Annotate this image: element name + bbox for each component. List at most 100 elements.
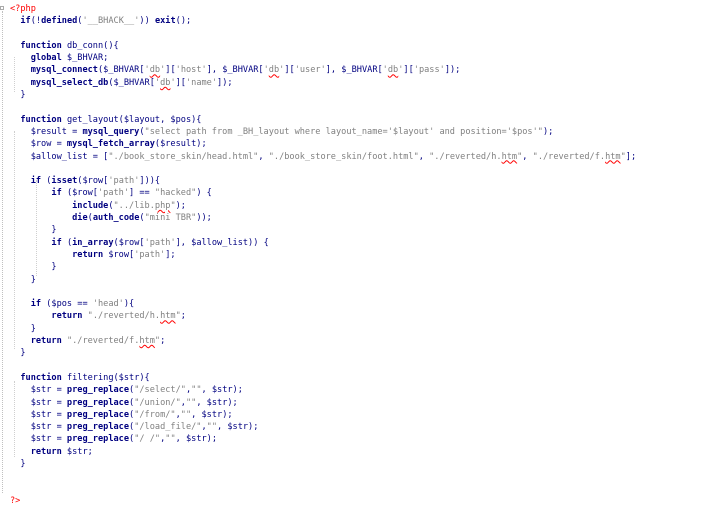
- code-token: ,: [258, 151, 269, 162]
- code-line: return "./reverted/h.htm";: [10, 310, 636, 322]
- string-token: "": [191, 385, 202, 396]
- code-token: return $str;: [30, 446, 93, 457]
- string-token: 'host': [175, 65, 207, 76]
- string-token: "hacked": [154, 188, 197, 199]
- code-token: ], $allow_list)) {: [175, 237, 269, 248]
- code-token: ;: [180, 311, 186, 322]
- string-token: 'path': [108, 176, 140, 187]
- string-token: "./reverted/h.: [429, 151, 502, 162]
- code-line: if ($row['path'] == "hacked") {: [10, 187, 636, 199]
- string-token: "./reverted/f.: [532, 151, 606, 162]
- string-token: "": [185, 397, 197, 408]
- code-token: $str = preg_replace(: [10, 385, 135, 396]
- code-token: ) {: [196, 188, 212, 199]
- code-line: return $row['path'];: [10, 249, 636, 261]
- code-token: $str = preg_replace(: [10, 422, 135, 433]
- fold-marker[interactable]: [0, 6, 4, 10]
- string-token: "": [180, 409, 192, 420]
- code-token: $str = preg_replace(: [10, 397, 135, 408]
- code-token: ;: [160, 336, 166, 347]
- code-token: ,: [418, 151, 430, 162]
- code-token: $str = preg_replace(: [10, 409, 135, 420]
- string-token: db: [387, 65, 399, 76]
- code-line: include("../lib.php");: [10, 200, 636, 212]
- string-token: 'head': [92, 299, 124, 310]
- code-line: if (in_array($row['path'], $allow_list))…: [10, 237, 636, 249]
- code-token: function db_conn(){: [20, 40, 119, 51]
- code-line: }: [10, 323, 636, 335]
- code-token: , $str);: [196, 397, 238, 408]
- code-token: mysql_connect($_BHVAR[: [30, 65, 145, 76]
- code-line: global $_BHVAR;: [10, 52, 636, 64]
- code-token: die(auth_code(: [72, 213, 145, 224]
- code-token: }: [10, 274, 36, 285]
- string-token: "": [206, 422, 218, 433]
- code-editor[interactable]: <?php if(!defined('__BHACK__')) exit(); …: [0, 0, 720, 506]
- string-token: db: [160, 77, 171, 88]
- code-token: ];: [625, 151, 637, 162]
- code-line: }: [10, 347, 636, 359]
- string-token: 'path': [144, 237, 176, 248]
- code-token: ][: [284, 65, 295, 76]
- string-token: "./book_store_skin/foot.html": [268, 151, 419, 162]
- code-line: $str = preg_replace("/ /","", $str);: [10, 433, 636, 445]
- string-token: "select path from _BH_layout where layou…: [144, 126, 543, 137]
- code-token: return $row[: [72, 249, 135, 260]
- string-token: htm: [139, 336, 155, 347]
- string-token: "/from/": [134, 409, 176, 420]
- code-token: if ($pos ==: [30, 299, 93, 310]
- string-token: htm: [605, 151, 621, 162]
- code-line: }: [10, 224, 636, 236]
- string-token: db: [268, 65, 280, 76]
- string-token: "/ /": [134, 434, 161, 445]
- code-line: $str = preg_replace("/from/","", $str);: [10, 409, 636, 421]
- code-line: function get_layout($layout, $pos){: [10, 114, 636, 126]
- code-token: if (isset($row[: [30, 176, 109, 187]
- code-token: , $str);: [175, 434, 218, 445]
- code-token: }: [10, 262, 57, 273]
- code-line: die(auth_code("mini TBR"));: [10, 212, 636, 224]
- code-token: );: [175, 200, 186, 211]
- code-token: ];: [165, 249, 176, 260]
- string-token: "/load_file/": [134, 422, 202, 433]
- php-tag: ?>: [10, 495, 21, 506]
- string-token: "": [165, 434, 176, 445]
- string-token: "/select/": [134, 385, 186, 396]
- code-token: )) exit();: [139, 16, 192, 27]
- code-line: mysql_select_db($_BHVAR['db']['name']);: [10, 77, 636, 89]
- fold-line: [2, 11, 3, 493]
- code-token: }: [10, 90, 26, 101]
- code-token: );: [542, 126, 554, 137]
- string-token: htm: [501, 151, 518, 162]
- code-line: return "./reverted/f.htm";: [10, 335, 636, 347]
- code-line: $str = preg_replace("/select/","", $str)…: [10, 384, 636, 396]
- code-token: function get_layout($layout, $pos){: [20, 114, 202, 125]
- code-line: ?>: [10, 495, 636, 507]
- code-line: mysql_connect($_BHVAR['db']['host'], $_B…: [10, 64, 636, 76]
- code-token: ]);: [217, 77, 233, 88]
- code-token: $result = mysql_query(: [10, 126, 145, 137]
- code-token: $allow_list = [: [10, 151, 109, 162]
- code-line: function filtering($str){: [10, 372, 636, 384]
- code-line: <?php: [10, 3, 636, 15]
- string-token: "../lib.: [113, 200, 155, 211]
- code-area[interactable]: <?php if(!defined('__BHACK__')) exit(); …: [10, 3, 636, 507]
- code-token: , $str);: [201, 385, 243, 396]
- code-token: , $str);: [191, 409, 233, 420]
- code-token: if(!defined(: [20, 16, 83, 27]
- string-token: 'user': [294, 65, 326, 76]
- code-token: include(: [72, 200, 114, 211]
- string-token: "./book_store_skin/head.html": [108, 151, 259, 162]
- code-line: return $str;: [10, 446, 636, 458]
- code-token: ][: [175, 77, 186, 88]
- code-line: $str = preg_replace("/load_file/","", $s…: [10, 421, 636, 433]
- code-line: $str = preg_replace("/union/","", $str);: [10, 397, 636, 409]
- code-token: ], $_BHVAR[: [206, 65, 264, 76]
